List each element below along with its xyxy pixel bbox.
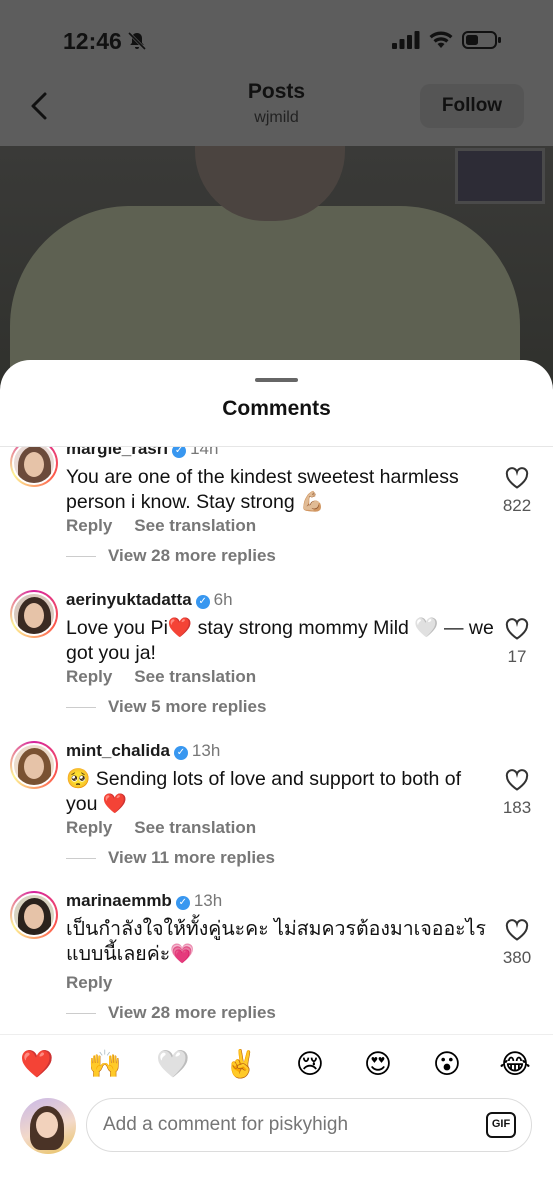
comment-username[interactable]: margie_rasri ✓ 14h — [66, 447, 218, 459]
heart-icon[interactable] — [505, 919, 529, 941]
emoji-laughing-face-icon[interactable]: 😂 — [497, 1047, 533, 1081]
see-translation-button[interactable]: See translation — [134, 516, 256, 535]
avatar[interactable] — [10, 741, 58, 789]
avatar[interactable] — [10, 891, 58, 939]
signal-icon — [392, 31, 420, 49]
bell-muted-icon — [127, 31, 147, 51]
like-count: 17 — [507, 647, 527, 666]
username-text[interactable]: marinaemmb — [66, 891, 172, 910]
comment-actions: Reply See translation — [66, 818, 278, 838]
comment-actions: Reply — [66, 973, 134, 993]
like-count: 380 — [502, 948, 532, 967]
drag-handle[interactable] — [255, 378, 298, 382]
view-replies-button[interactable]: View 28 more replies — [66, 1003, 276, 1023]
gif-button[interactable]: GIF — [486, 1112, 516, 1138]
posts-header: Posts wjmild Follow — [0, 80, 553, 146]
view-replies-button[interactable]: View 28 more replies — [66, 546, 276, 566]
comment-time: 13h — [191, 741, 221, 760]
comment-time: 14h — [190, 447, 219, 458]
emoji-heart-icon[interactable]: ❤️ — [19, 1047, 55, 1081]
verified-badge-icon: ✓ — [195, 595, 210, 609]
emoji-surprised-face-icon[interactable]: 😮 — [429, 1047, 465, 1081]
comment-username[interactable]: aerinyuktadatta ✓ 6h — [66, 590, 233, 610]
emoji-reaction-bar: ❤️ 🙌 🤍 ✌️ 😢 😍 😮 😂 — [0, 1034, 553, 1092]
battery-icon — [462, 31, 501, 49]
comment-item: mint_chalida ✓ 13h 🥺 Sending lots of love … — [0, 741, 553, 891]
dimmed-background: 12:46 Posts wjmild Follow — [0, 0, 553, 146]
avatar[interactable] — [10, 447, 58, 487]
heart-icon[interactable] — [505, 769, 529, 791]
comment-username[interactable]: marinaemmb ✓ 13h — [66, 891, 222, 911]
comment-item: aerinyuktadatta ✓ 6h Love you Pi❤️ stay st… — [0, 590, 553, 740]
verified-badge-icon: ✓ — [175, 896, 190, 910]
reply-button[interactable]: Reply — [66, 667, 112, 686]
comment-actions: Reply See translation — [66, 667, 278, 687]
comment-text: 🥺 Sending lots of love and support to bo… — [66, 768, 462, 815]
video-background-frame — [455, 148, 545, 204]
wifi-icon — [429, 31, 453, 48]
comment-item: marinaemmb ✓ 13h เป็นกำลังใจให้ทั้งคู่นะคะ… — [0, 891, 553, 1034]
emoji-white-heart-icon[interactable]: 🤍 — [155, 1047, 191, 1081]
username-text[interactable]: margie_rasri — [66, 447, 168, 458]
heart-icon[interactable] — [505, 618, 529, 640]
like-count: 183 — [502, 798, 532, 817]
see-translation-button[interactable]: See translation — [134, 818, 256, 837]
comment-input[interactable] — [86, 1098, 532, 1152]
emoji-crying-face-icon[interactable]: 😢 — [292, 1047, 328, 1081]
comment-time: 6h — [213, 590, 233, 609]
comment-text: เป็นกำลังใจให้ทั้งคู่นะคะ ไม่สมควรต้องมา… — [66, 918, 486, 965]
comments-title: Comments — [222, 397, 331, 420]
comment-actions: Reply See translation — [66, 516, 278, 536]
verified-badge-icon: ✓ — [172, 447, 187, 458]
avatar[interactable] — [10, 590, 58, 638]
view-replies-button[interactable]: View 11 more replies — [66, 848, 275, 868]
username-text[interactable]: aerinyuktadatta — [66, 590, 192, 609]
heart-icon[interactable] — [505, 467, 529, 489]
emoji-raised-hands-icon[interactable]: 🙌 — [87, 1047, 123, 1081]
comment-text: You are one of the kindest sweetest harm… — [66, 466, 459, 513]
emoji-victory-hand-icon[interactable]: ✌️ — [223, 1047, 259, 1081]
status-time: 12:46 — [63, 28, 122, 54]
comment-username[interactable]: mint_chalida ✓ 13h — [66, 741, 220, 761]
own-avatar — [20, 1098, 76, 1154]
status-bar: 12:46 — [0, 0, 553, 80]
comment-item: margie_rasri ✓ 14h You are one of the kind… — [0, 447, 553, 589]
comment-composer: GIF — [0, 1092, 553, 1200]
see-translation-button[interactable]: See translation — [134, 667, 256, 686]
like-count: 822 — [502, 496, 532, 515]
comment-text: Love you Pi❤️ stay strong mommy Mild 🤍 —… — [66, 617, 494, 664]
comments-list[interactable]: margie_rasri ✓ 14h You are one of the kind… — [0, 447, 553, 1034]
verified-badge-icon: ✓ — [173, 746, 188, 760]
comment-time: 13h — [193, 891, 223, 910]
follow-button[interactable]: Follow — [420, 84, 524, 128]
reply-button[interactable]: Reply — [66, 516, 112, 535]
username-text[interactable]: mint_chalida — [66, 741, 170, 760]
view-replies-button[interactable]: View 5 more replies — [66, 697, 266, 717]
reply-button[interactable]: Reply — [66, 818, 112, 837]
reply-button[interactable]: Reply — [66, 973, 112, 992]
emoji-heart-eyes-icon[interactable]: 😍 — [360, 1047, 396, 1081]
